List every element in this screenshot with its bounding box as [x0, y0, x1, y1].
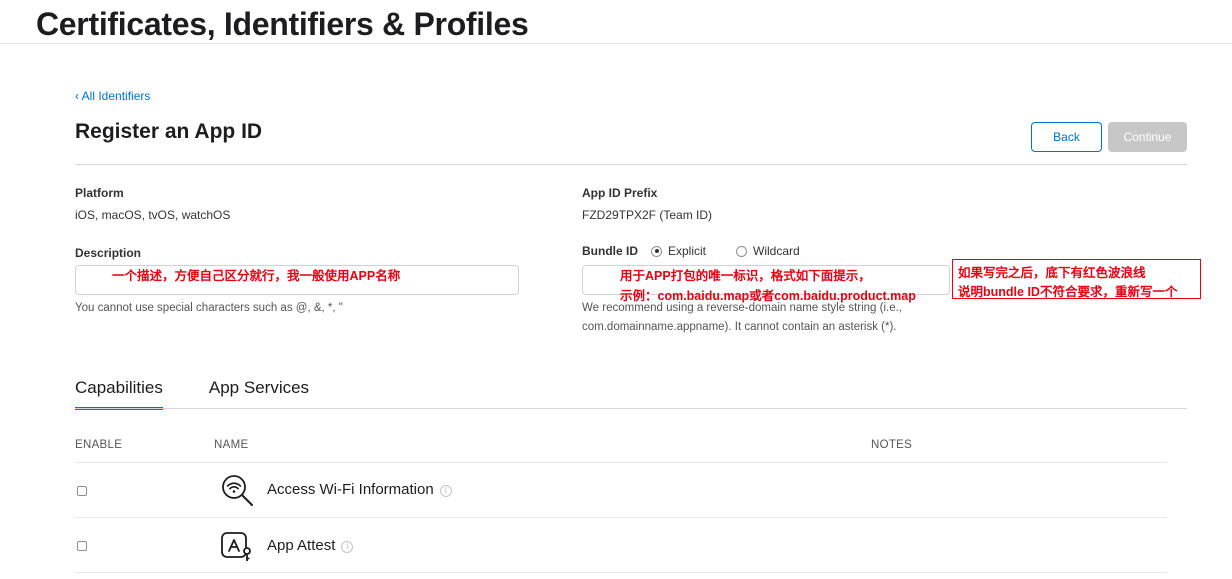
platform-value: iOS, macOS, tvOS, watchOS [75, 208, 231, 222]
page-header: Certificates, Identifiers & Profiles [36, 6, 529, 43]
capability-name-text: Access Wi-Fi Information [267, 481, 434, 498]
explicit-radio-label[interactable]: Explicit [668, 244, 706, 258]
explicit-radio[interactable] [651, 245, 662, 257]
bundle-id-annotation-line1: 用于APP打包的唯一标识，格式如下面提示， [620, 269, 871, 283]
continue-button[interactable]: Continue [1108, 122, 1187, 152]
warning-annotation-line2: 说明bundle ID不符合要求，重新写一个 [958, 285, 1178, 299]
tab-app-services[interactable]: App Services [209, 378, 309, 410]
back-button[interactable]: Back [1031, 122, 1102, 152]
wildcard-radio[interactable] [736, 245, 748, 257]
header-divider [0, 43, 1232, 44]
info-icon[interactable]: i [341, 541, 354, 553]
capability-name: Access Wi-Fi Information i [267, 481, 452, 498]
bundle-id-type-radios: Explicit Wildcard [651, 244, 830, 258]
table-row-divider [75, 462, 1167, 463]
form-title: Register an App ID [75, 120, 263, 143]
wifi-search-icon [222, 475, 253, 506]
section-divider [75, 164, 1187, 165]
all-identifiers-link[interactable]: ‹ All Identifiers [75, 89, 150, 103]
tab-capabilities[interactable]: Capabilities [75, 378, 163, 410]
wildcard-radio-label[interactable]: Wildcard [753, 244, 800, 258]
capability-name: App Attest i [267, 537, 354, 554]
bundle-id-hint-line1: We recommend using a reverse-domain name… [582, 302, 903, 314]
column-header-name: NAME [214, 439, 249, 451]
warning-annotation-box: 如果写完之后，底下有红色波浪线 说明bundle ID不符合要求，重新写一个 [952, 259, 1201, 299]
bundle-id-hint-line2: com.domainname.appname). It cannot conta… [582, 321, 897, 333]
bundle-id-label: Bundle ID [582, 244, 638, 258]
description-hint: You cannot use special characters such a… [75, 302, 343, 314]
info-icon[interactable]: i [439, 485, 452, 497]
page-title: Certificates, Identifiers & Profiles [36, 6, 529, 42]
column-header-enable: ENABLE [75, 439, 123, 451]
description-label: Description [75, 246, 142, 260]
description-annotation: 一个描述，方便自己区分就行，我一般使用APP名称 [112, 269, 401, 283]
table-row-divider [75, 517, 1167, 518]
app-id-prefix-value: FZD29TPX2F (Team ID) [582, 208, 713, 222]
app-attest-icon [221, 532, 251, 561]
capability-name-text: App Attest [267, 537, 336, 554]
enable-checkbox-app-attest[interactable] [77, 541, 87, 551]
capability-tabs: Capabilities App Services [75, 378, 355, 410]
table-row-divider [75, 572, 1167, 573]
tabs-divider [75, 408, 1187, 409]
warning-annotation-line1: 如果写完之后，底下有红色波浪线 [958, 266, 1146, 280]
platform-label: Platform [75, 186, 124, 200]
app-id-prefix-label: App ID Prefix [582, 186, 658, 200]
enable-checkbox-wifi-info[interactable] [77, 486, 87, 496]
column-header-notes: NOTES [871, 439, 913, 451]
